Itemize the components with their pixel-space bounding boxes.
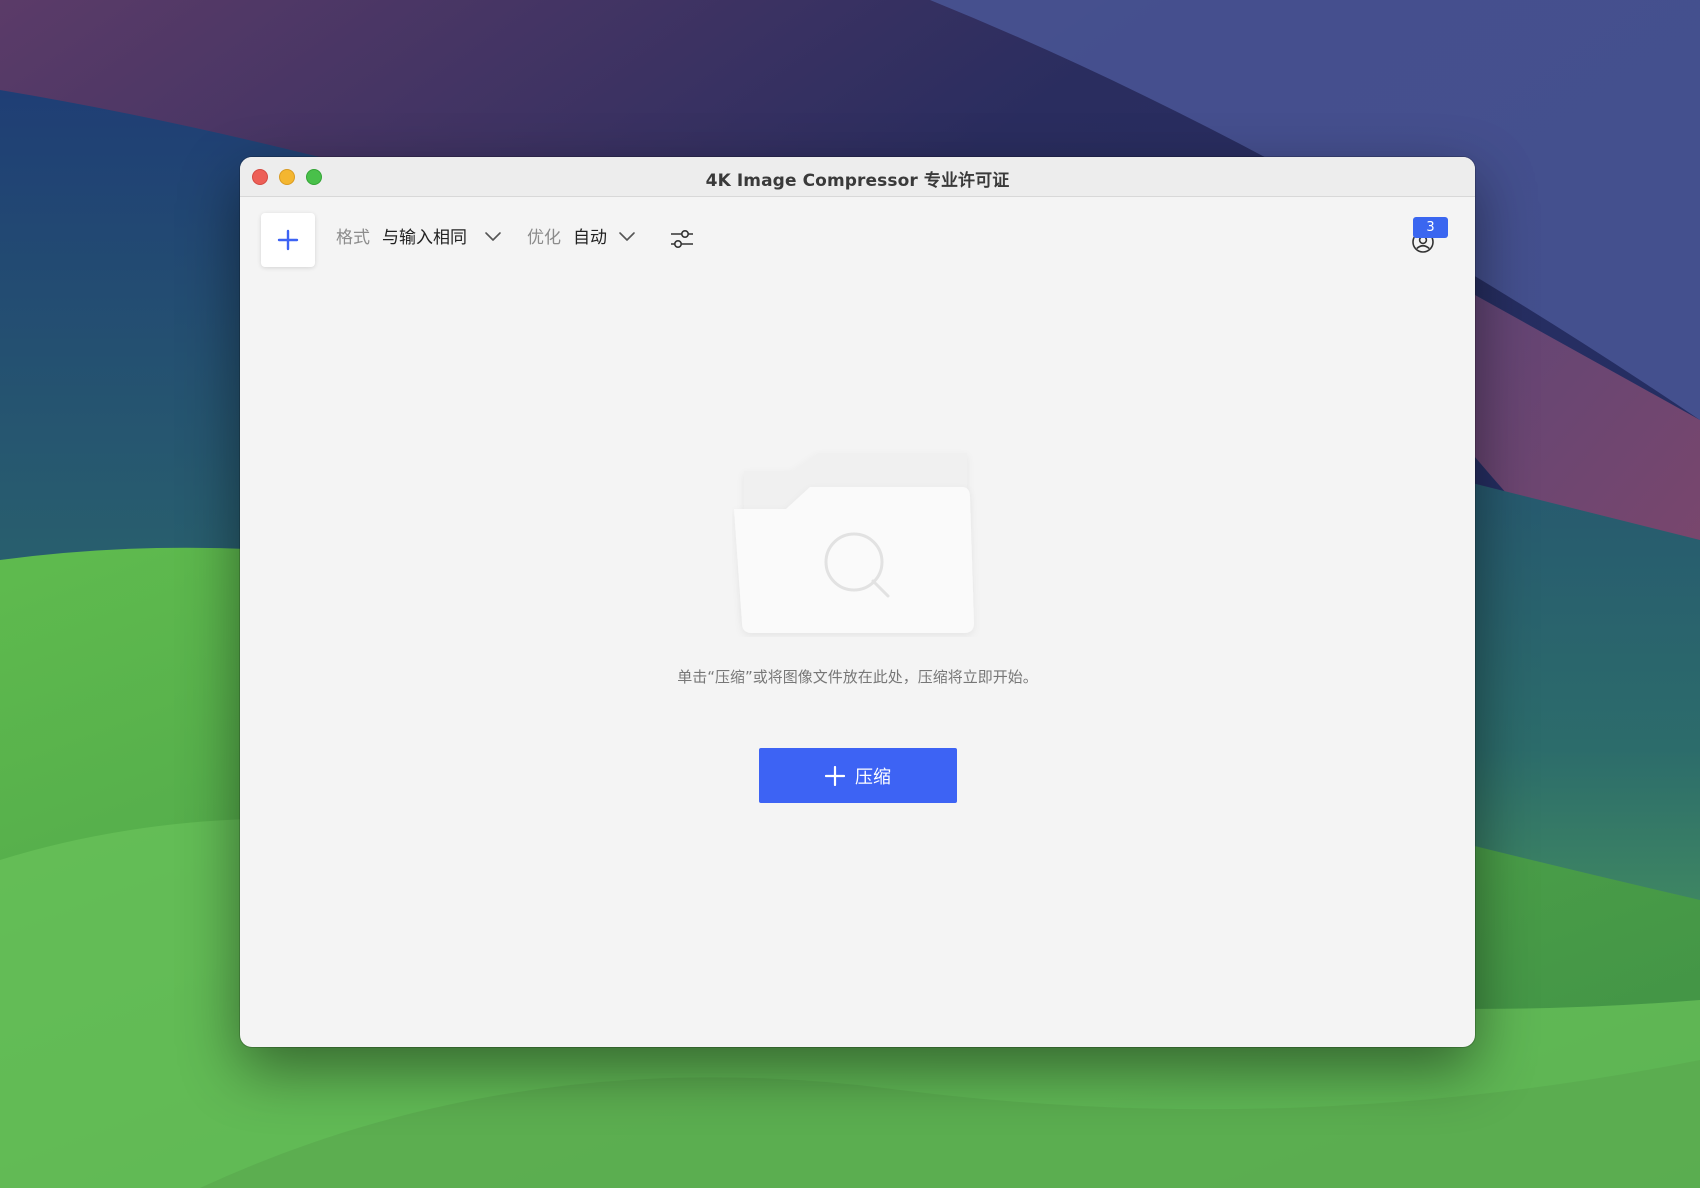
notification-badge[interactable]: 3	[1413, 217, 1448, 238]
compress-button-label: 压缩	[855, 766, 891, 788]
optimize-label: 优化	[527, 228, 561, 248]
title-bar: 4K Image Compressor 专业许可证	[240, 157, 1475, 197]
empty-state-hint: 单击“压缩”或将图像文件放在此处，压缩将立即开始。	[677, 668, 1038, 686]
format-dropdown[interactable]: 与输入相同	[382, 227, 467, 249]
sliders-icon[interactable]	[668, 225, 696, 253]
app-window: 4K Image Compressor 专业许可证 格式 与输入相同 优化 自动…	[240, 157, 1475, 1047]
optimize-dropdown[interactable]: 自动	[573, 227, 607, 249]
add-files-button[interactable]	[261, 213, 315, 267]
chevron-down-icon[interactable]	[618, 231, 636, 243]
plus-icon	[277, 229, 299, 251]
window-title: 4K Image Compressor 专业许可证	[705, 171, 1010, 191]
chevron-down-icon[interactable]	[484, 231, 502, 243]
compress-button[interactable]: 压缩	[759, 748, 957, 803]
format-label: 格式	[336, 228, 370, 248]
plus-icon	[825, 765, 845, 786]
folder-search-icon	[734, 453, 974, 633]
